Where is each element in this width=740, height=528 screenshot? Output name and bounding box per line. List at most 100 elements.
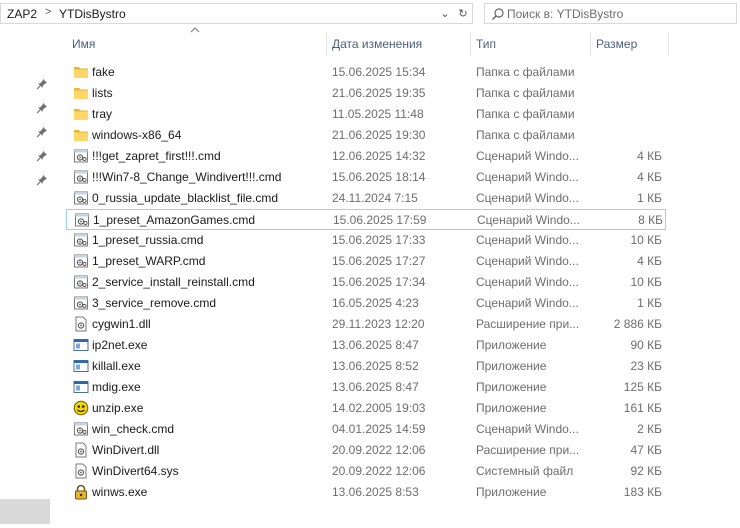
file-row[interactable]: winws.exe 13.06.2025 8:53 Приложение 183 КБ bbox=[66, 482, 666, 503]
file-type: Папка с файлами bbox=[476, 128, 575, 142]
file-size: 8 КБ bbox=[638, 213, 663, 227]
file-type: Сценарий Windo... bbox=[476, 170, 579, 184]
file-size: 183 КБ bbox=[623, 485, 662, 499]
navigation-pane bbox=[0, 30, 50, 528]
file-name: mdig.exe bbox=[92, 380, 141, 394]
app-icon bbox=[73, 379, 89, 395]
file-size: 1 КБ bbox=[637, 191, 662, 205]
file-type: Приложение bbox=[476, 338, 547, 352]
nav-selected-item[interactable] bbox=[0, 499, 50, 524]
file-date-modified: 13.06.2025 8:47 bbox=[332, 380, 419, 394]
file-date-modified: 24.11.2024 7:15 bbox=[332, 191, 418, 205]
file-row[interactable]: !!!get_zapret_first!!!.cmd 12.06.2025 14:… bbox=[66, 146, 666, 167]
file-type: Сценарий Windo... bbox=[476, 422, 579, 436]
search-input[interactable] bbox=[507, 5, 732, 22]
file-name: !!!get_zapret_first!!!.cmd bbox=[92, 149, 221, 163]
file-row[interactable]: win_check.cmd 04.01.2025 14:59 Сценарий Wi… bbox=[66, 419, 666, 440]
script-icon bbox=[73, 190, 89, 206]
file-date-modified: 15.06.2025 17:59 bbox=[333, 213, 427, 227]
refresh-icon[interactable]: ↻ bbox=[455, 6, 471, 22]
file-row[interactable]: mdig.exe 13.06.2025 8:47 Приложение 125 КБ bbox=[66, 377, 666, 398]
file-row[interactable]: 0_russia_update_blacklist_file.cmd 24.11.… bbox=[66, 188, 666, 209]
search-box[interactable] bbox=[484, 3, 737, 24]
file-size: 4 КБ bbox=[637, 149, 662, 163]
file-type: Сценарий Windo... bbox=[476, 275, 579, 289]
unzip-icon bbox=[73, 400, 89, 416]
folder-row[interactable]: fake 15.06.2025 15:34 Папка с файлами bbox=[66, 62, 666, 83]
address-history-dropdown-icon[interactable]: ⌄ bbox=[437, 6, 453, 22]
file-name: 1_preset_AmazonGames.cmd bbox=[93, 213, 256, 227]
file-date-modified: 29.11.2023 12:20 bbox=[332, 317, 425, 331]
file-date-modified: 15.06.2025 17:33 bbox=[332, 233, 426, 247]
file-type: Папка с файлами bbox=[476, 107, 575, 121]
file-name: cygwin1.dll bbox=[92, 317, 151, 331]
file-date-modified: 15.06.2025 17:34 bbox=[332, 275, 426, 289]
file-row[interactable]: 3_service_remove.cmd 16.05.2025 4:23 Сцена… bbox=[66, 293, 666, 314]
column-header-name[interactable]: Имя bbox=[66, 30, 326, 56]
column-header-date[interactable]: Дата изменения bbox=[326, 30, 470, 56]
breadcrumb-zap2[interactable]: ZAP2 bbox=[7, 7, 37, 21]
file-type: Папка с файлами bbox=[476, 86, 575, 100]
file-date-modified: 11.05.2025 11:48 bbox=[332, 107, 424, 121]
script-icon bbox=[73, 253, 89, 269]
file-date-modified: 20.09.2022 12:06 bbox=[332, 443, 426, 457]
file-date-modified: 16.05.2025 4:23 bbox=[332, 296, 419, 310]
file-name: killall.exe bbox=[92, 359, 141, 373]
column-header-size[interactable]: Размер bbox=[590, 30, 668, 56]
file-size: 10 КБ bbox=[630, 233, 662, 247]
file-size: 125 КБ bbox=[623, 380, 662, 394]
file-row[interactable]: 1_preset_AmazonGames.cmd 15.06.2025 17:59… bbox=[66, 209, 666, 230]
file-size: 4 КБ bbox=[637, 170, 662, 184]
file-name: win_check.cmd bbox=[92, 422, 175, 436]
folder-row[interactable]: windows-x86_64 21.06.2025 19:30 Папка с фа… bbox=[66, 125, 666, 146]
file-name: windows-x86_64 bbox=[92, 128, 182, 142]
file-size: 2 КБ bbox=[637, 422, 662, 436]
dll-icon bbox=[73, 442, 89, 458]
sys-icon bbox=[73, 463, 89, 479]
file-row[interactable]: cygwin1.dll 29.11.2023 12:20 Расширение пр… bbox=[66, 314, 666, 335]
script-icon bbox=[73, 148, 89, 164]
file-name: 0_russia_update_blacklist_file.cmd bbox=[92, 191, 279, 205]
app-icon bbox=[73, 337, 89, 353]
column-header-type[interactable]: Тип bbox=[470, 30, 590, 56]
dll-icon bbox=[73, 316, 89, 332]
file-size: 4 КБ bbox=[637, 254, 662, 268]
file-date-modified: 15.06.2025 15:34 bbox=[332, 65, 426, 79]
file-size: 23 КБ bbox=[630, 359, 662, 373]
folder-row[interactable]: tray 11.05.2025 11:48 Папка с файлами bbox=[66, 104, 666, 125]
column-divider[interactable] bbox=[668, 32, 669, 56]
file-date-modified: 20.09.2022 12:06 bbox=[332, 464, 426, 478]
file-name: 1_preset_russia.cmd bbox=[92, 233, 204, 247]
file-size: 92 КБ bbox=[630, 464, 662, 478]
folder-row[interactable]: lists 21.06.2025 19:35 Папка с файлами bbox=[66, 83, 666, 104]
file-row[interactable]: ip2net.exe 13.06.2025 8:47 Приложение 90 КБ bbox=[66, 335, 666, 356]
file-row[interactable]: unzip.exe 14.02.2005 19:03 Приложение 161 К… bbox=[66, 398, 666, 419]
file-row[interactable]: !!!Win7-8_Change_Windivert!!!.cmd 15.06.2… bbox=[66, 167, 666, 188]
file-type: Сценарий Windo... bbox=[476, 254, 579, 268]
file-row[interactable]: WinDivert64.sys 20.09.2022 12:06 Системный… bbox=[66, 461, 666, 482]
file-name: !!!Win7-8_Change_Windivert!!!.cmd bbox=[92, 170, 282, 184]
file-type: Системный файл bbox=[476, 464, 574, 478]
file-row[interactable]: 2_service_install_reinstall.cmd 15.06.202… bbox=[66, 272, 666, 293]
file-row[interactable]: 1_preset_russia.cmd 15.06.2025 17:33 Сцена… bbox=[66, 230, 666, 251]
file-name: tray bbox=[92, 107, 113, 121]
file-name: 2_service_install_reinstall.cmd bbox=[92, 275, 255, 289]
file-name: unzip.exe bbox=[92, 401, 144, 415]
file-date-modified: 15.06.2025 18:14 bbox=[332, 170, 426, 184]
breadcrumb-ytdisbystro[interactable]: YTDisBystro bbox=[59, 7, 126, 21]
file-name: fake bbox=[92, 65, 115, 79]
file-row[interactable]: WinDivert.dll 20.09.2022 12:06 Расширение … bbox=[66, 440, 666, 461]
file-row[interactable]: killall.exe 13.06.2025 8:52 Приложение 23 К… bbox=[66, 356, 666, 377]
file-row[interactable]: 1_preset_WARP.cmd 15.06.2025 17:27 Сценари… bbox=[66, 251, 666, 272]
file-name: 1_preset_WARP.cmd bbox=[92, 254, 206, 268]
folder-icon bbox=[73, 64, 89, 80]
file-type: Расширение при... bbox=[476, 443, 580, 457]
breadcrumb-separator-icon[interactable]: > bbox=[45, 6, 51, 18]
file-date-modified: 21.06.2025 19:30 bbox=[332, 128, 426, 142]
file-date-modified: 21.06.2025 19:35 bbox=[332, 86, 426, 100]
address-bar[interactable]: ZAP2 > YTDisBystro ⌄ ↻ bbox=[0, 3, 473, 24]
pin-icon bbox=[36, 79, 47, 90]
file-type: Приложение bbox=[476, 380, 547, 394]
file-type: Сценарий Windo... bbox=[476, 296, 579, 310]
script-icon bbox=[73, 232, 89, 248]
